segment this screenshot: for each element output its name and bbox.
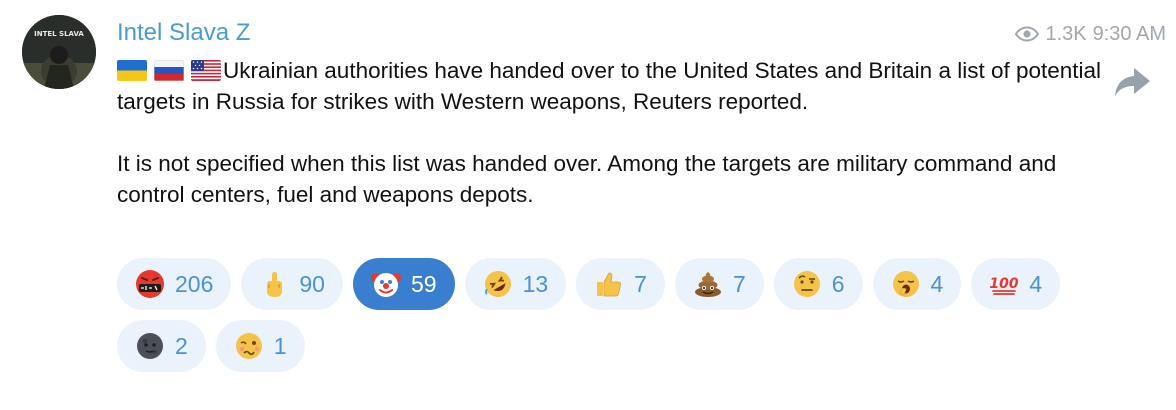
avatar-image: INTEL SLAVA [22,15,96,89]
reaction-thumbs-up[interactable]: 7 [576,258,665,310]
reaction-count: 90 [299,270,325,297]
reactions-bar: 206 90 59 13 7 7 6 4 100 4 2 1 [117,258,1117,372]
woozy-face-icon [235,333,262,359]
swearing-face-icon [136,270,164,298]
new-moon-face-icon [137,333,163,359]
reaction-count: 206 [175,270,214,297]
reaction-count: 1 [273,332,287,359]
clown-face-icon [370,273,401,297]
reaction-count: 6 [831,270,845,297]
reaction-count: 59 [410,270,437,297]
reaction-clown[interactable]: 59 [352,258,455,310]
avatar-logo-text: INTEL SLAVA [34,30,84,38]
reaction-count: 4 [1029,270,1043,297]
reaction-rofl[interactable]: 13 [464,258,567,310]
reaction-yawning[interactable]: 4 [872,258,962,310]
message-paragraph: Ukrainian authorities have handed over t… [117,55,1117,117]
channel-name[interactable]: Intel Slava Z [117,18,250,48]
reaction-count: 13 [522,270,549,297]
flag-usa-icon [191,60,221,81]
raised-eyebrow-icon [793,271,820,297]
flag-group [117,60,221,81]
reaction-count: 7 [732,270,746,297]
post-time: 9:30 AM [1092,22,1166,45]
flag-ukraine-icon [117,60,147,81]
pile-of-poo-icon [694,272,721,297]
reaction-new-moon[interactable]: 2 [117,320,206,372]
message-paragraph-1: Ukrainian authorities have handed over t… [117,58,1102,114]
reaction-hundred[interactable]: 100 4 [971,258,1061,310]
flag-russia-icon [154,60,184,81]
reaction-swearing[interactable]: 206 [117,258,232,310]
post-meta: 1.3K 9:30 AM [1015,20,1166,48]
channel-post: INTEL SLAVA Intel Slava Z 1.3K 9:30 AM U… [0,0,1176,410]
eye-icon [1015,26,1040,42]
yawning-face-icon [892,271,919,297]
reaction-middle-finger[interactable]: 90 [241,258,343,310]
reaction-woozy[interactable]: 1 [215,320,305,372]
reaction-raised-eyebrow[interactable]: 6 [773,258,863,310]
thumbs-up-icon [597,272,622,297]
message-paragraph-2: It is not specified when this list was h… [117,151,1057,207]
share-arrow-icon [1115,68,1150,96]
reaction-count: 7 [634,270,647,297]
hundred-points-icon: 100 [990,276,1019,295]
rolling-laughing-icon [484,271,511,297]
message-text: Ukrainian authorities have handed over t… [117,55,1117,210]
reaction-count: 2 [175,332,188,359]
reaction-count: 4 [930,270,944,297]
middle-finger-icon [267,272,283,297]
channel-avatar[interactable]: INTEL SLAVA [22,15,96,89]
svg-text:100: 100 [990,276,1019,292]
view-count: 1.3K [1045,22,1087,45]
reaction-poo[interactable]: 7 [674,258,764,310]
forward-button[interactable] [1112,64,1154,100]
